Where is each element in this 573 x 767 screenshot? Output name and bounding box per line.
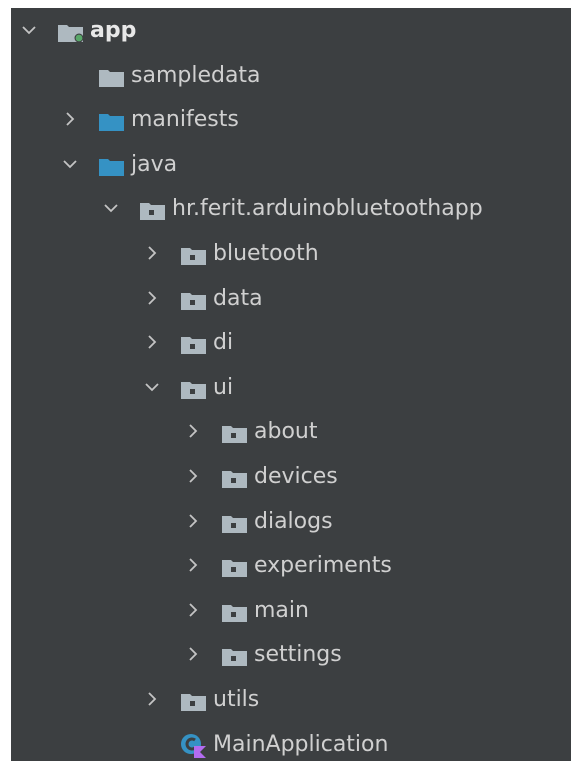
- tree-node-dialogs[interactable]: dialogs: [11, 500, 571, 544]
- tree-node-bluetooth[interactable]: bluetooth: [11, 232, 571, 276]
- chevron-down-icon[interactable]: [142, 377, 162, 397]
- module-folder-icon: [57, 23, 84, 43]
- tree-node-main[interactable]: main: [11, 589, 571, 633]
- tree-node-label: hr.ferit.arduinobluetoothapp: [172, 196, 483, 221]
- tree-node-ui[interactable]: ui: [11, 366, 571, 410]
- tree-node-label: java: [131, 152, 178, 177]
- chevron-right-icon[interactable]: [183, 555, 203, 575]
- tree-node-settings[interactable]: settings: [11, 633, 571, 677]
- chevron-right-icon[interactable]: [183, 600, 203, 620]
- package-icon: [221, 558, 248, 578]
- source-folder-icon: [98, 112, 125, 132]
- project-tree-panel: app sampledata manifests java hr.ferit.ardui…: [11, 8, 571, 761]
- package-icon: [221, 514, 248, 534]
- tree-node-label: settings: [254, 642, 342, 667]
- package-icon: [139, 201, 166, 221]
- package-icon: [221, 469, 248, 489]
- tree-node-label: about: [254, 419, 318, 444]
- package-icon: [180, 692, 207, 712]
- folder-icon: [98, 68, 125, 88]
- tree-node-mainapplication[interactable]: MainApplication: [11, 723, 571, 767]
- tree-node-label: utils: [213, 687, 260, 712]
- tree-node-utils[interactable]: utils: [11, 678, 571, 722]
- tree-node-label: data: [213, 286, 263, 311]
- tree-node-di[interactable]: di: [11, 321, 571, 365]
- tree-node-hr-ferit-arduinobluetoothapp[interactable]: hr.ferit.arduinobluetoothapp: [11, 187, 571, 231]
- tree-node-label: manifests: [131, 107, 239, 132]
- tree-node-java[interactable]: java: [11, 143, 571, 187]
- package-icon: [221, 424, 248, 444]
- chevron-right-icon[interactable]: [183, 421, 203, 441]
- tree-node-manifests[interactable]: manifests: [11, 98, 571, 142]
- tree-node-devices[interactable]: devices: [11, 455, 571, 499]
- tree-node-sampledata[interactable]: sampledata: [11, 54, 571, 98]
- tree-node-label: ui: [213, 375, 234, 400]
- tree-node-label: bluetooth: [213, 241, 319, 266]
- tree-node-label: MainApplication: [213, 732, 389, 757]
- kotlin-class-icon: [180, 733, 207, 759]
- tree-node-label: experiments: [254, 553, 392, 578]
- tree-node-label: sampledata: [131, 63, 261, 88]
- package-icon: [221, 603, 248, 623]
- tree-node-label: dialogs: [254, 509, 333, 534]
- tree-node-label: main: [254, 598, 309, 623]
- chevron-right-icon[interactable]: [142, 332, 162, 352]
- tree-node-app[interactable]: app: [11, 9, 571, 53]
- source-folder-icon: [98, 157, 125, 177]
- tree-node-about[interactable]: about: [11, 410, 571, 454]
- chevron-down-icon[interactable]: [19, 20, 39, 40]
- chevron-right-icon[interactable]: [183, 511, 203, 531]
- package-icon: [180, 291, 207, 311]
- package-icon: [180, 335, 207, 355]
- chevron-right-icon[interactable]: [142, 288, 162, 308]
- package-icon: [221, 647, 248, 667]
- chevron-right-icon[interactable]: [183, 644, 203, 664]
- chevron-right-icon[interactable]: [183, 466, 203, 486]
- package-icon: [180, 380, 207, 400]
- chevron-right-icon[interactable]: [142, 243, 162, 263]
- tree-node-data[interactable]: data: [11, 277, 571, 321]
- tree-node-label: devices: [254, 464, 338, 489]
- chevron-right-icon[interactable]: [142, 689, 162, 709]
- tree-node-label: di: [213, 330, 234, 355]
- tree-node-experiments[interactable]: experiments: [11, 544, 571, 588]
- chevron-right-icon[interactable]: [60, 109, 80, 129]
- chevron-down-icon[interactable]: [101, 198, 121, 218]
- chevron-down-icon[interactable]: [60, 154, 80, 174]
- package-icon: [180, 246, 207, 266]
- tree-node-label: app: [90, 18, 137, 43]
